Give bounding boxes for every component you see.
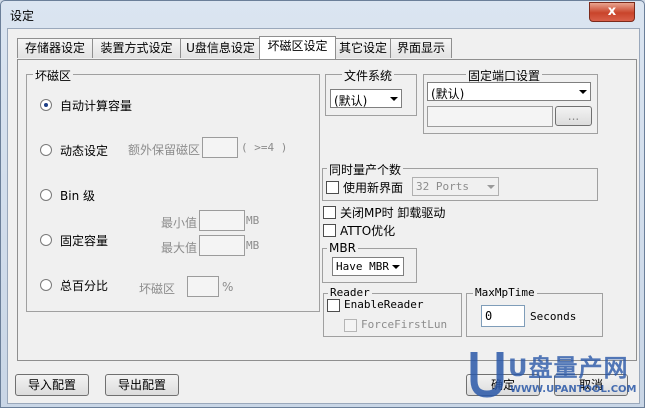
watermark-url: WWW.UPANTOOL.COM: [510, 384, 637, 395]
atto-checkbox[interactable]: [323, 224, 336, 237]
maxmptime-unit: Seconds: [530, 310, 577, 323]
maxmptime-group: MaxMpTime 0 Seconds: [466, 286, 603, 337]
tab-other[interactable]: 其它设定: [335, 38, 391, 58]
export-config-button[interactable]: 导出配置: [105, 374, 179, 396]
fixed-port-path-field[interactable]: [427, 106, 553, 127]
ports-value: 32 Ports: [416, 180, 469, 193]
max-value-input[interactable]: [199, 235, 245, 256]
chevron-down-icon: [485, 180, 496, 193]
window-title: 设定: [10, 9, 35, 23]
percent-unit: %: [222, 280, 234, 294]
min-unit: MB: [246, 214, 260, 227]
extra-reserve-hint: ( >=4 ): [241, 141, 288, 154]
site-watermark: U盘量产网 WWW.UPANTOOL.COM: [470, 348, 640, 403]
radio-fixed[interactable]: [40, 234, 52, 246]
max-unit: MB: [246, 239, 260, 252]
watermark-brand: U盘量产网: [508, 354, 629, 382]
mbr-select[interactable]: Have MBR: [332, 257, 404, 276]
chevron-down-icon: [388, 92, 399, 105]
maxmptime-group-title: MaxMpTime: [473, 286, 537, 299]
enable-reader-label: EnableReader: [344, 298, 424, 311]
tab-panel: 坏磁区 自动计算容量 动态设定 额外保留磁区 ( >=4 ) Bin 级 最小值…: [17, 59, 637, 361]
enable-reader-checkbox[interactable]: [327, 299, 340, 312]
close-mp-unload-checkbox[interactable]: [323, 206, 336, 219]
close-mp-unload-label: 关闭MP时 卸载驱动: [340, 206, 446, 220]
simultaneous-group: 同时量产个数 使用新界面 32 Ports: [322, 161, 598, 201]
new-ui-label: 使用新界面: [343, 181, 404, 195]
tab-storage[interactable]: 存储器设定: [17, 38, 93, 58]
close-icon: x: [607, 4, 617, 19]
min-value-input[interactable]: [199, 210, 245, 231]
radio-bin[interactable]: [40, 189, 52, 201]
radio-fixed-label: 固定容量: [60, 234, 109, 248]
radio-auto-label: 自动计算容量: [60, 99, 133, 113]
filesystem-group-title: 文件系统: [342, 67, 395, 84]
close-button[interactable]: x: [589, 2, 635, 22]
chevron-down-icon: [577, 85, 588, 98]
atto-label: ATTO优化: [340, 224, 396, 238]
max-value-label: 最大值: [161, 241, 198, 255]
extra-reserve-label: 额外保留磁区: [128, 143, 201, 157]
simultaneous-group-title: 同时量产个数: [327, 161, 404, 178]
title-bar: 设定 x: [1, 1, 644, 29]
mbr-value: Have MBR: [336, 260, 389, 273]
extra-reserve-input[interactable]: [202, 137, 238, 158]
watermark-u-logo-icon: [470, 352, 504, 398]
fixed-port-value: (默认): [431, 87, 465, 101]
mbr-group: MBR Have MBR: [322, 241, 417, 283]
tab-ui-display[interactable]: 界面显示: [390, 38, 452, 58]
ports-select[interactable]: 32 Ports: [412, 177, 499, 196]
filesystem-value: (默认): [334, 94, 368, 108]
radio-dynamic-label: 动态设定: [60, 144, 109, 158]
radio-dynamic[interactable]: [40, 144, 52, 156]
new-ui-checkbox[interactable]: [326, 181, 339, 194]
tab-install-mode[interactable]: 装置方式设定: [92, 38, 181, 58]
radio-percent-label: 总百分比: [60, 279, 109, 293]
force-first-lun-checkbox[interactable]: [344, 319, 357, 332]
bad-block-percent-input[interactable]: [187, 276, 219, 297]
tab-bad-block[interactable]: 坏磁区设定: [259, 36, 336, 59]
radio-auto[interactable]: [40, 99, 52, 111]
mbr-group-title: MBR: [327, 241, 358, 255]
fixed-port-select[interactable]: (默认): [427, 82, 591, 101]
settings-window: 设定 x 存储器设定 装置方式设定 U盘信息设定 坏磁区设定 其它设定 界面显示…: [0, 0, 645, 408]
tab-udisk-info[interactable]: U盘信息设定: [180, 38, 261, 58]
min-value-label: 最小值: [161, 216, 198, 230]
filesystem-select[interactable]: (默认): [330, 89, 402, 108]
fixed-port-group: 固定端口设置 (默认) ...: [423, 67, 598, 134]
fixed-port-browse-button[interactable]: ...: [555, 106, 592, 126]
reader-group: Reader EnableReader ForceFirstLun: [323, 286, 462, 337]
maxmptime-input[interactable]: 0: [481, 305, 525, 327]
radio-percent[interactable]: [40, 279, 52, 291]
import-config-button[interactable]: 导入配置: [15, 374, 89, 396]
chevron-down-icon: [390, 260, 401, 273]
bad-block-group: 坏磁区 自动计算容量 动态设定 额外保留磁区 ( >=4 ) Bin 级 最小值…: [26, 67, 320, 312]
radio-bin-label: Bin 级: [60, 189, 95, 203]
force-first-lun-label: ForceFirstLun: [361, 318, 448, 331]
bad-block-group-title: 坏磁区: [33, 67, 74, 84]
filesystem-group: 文件系统 (默认): [325, 67, 417, 116]
bad-block-percent-label: 坏磁区: [139, 282, 176, 296]
